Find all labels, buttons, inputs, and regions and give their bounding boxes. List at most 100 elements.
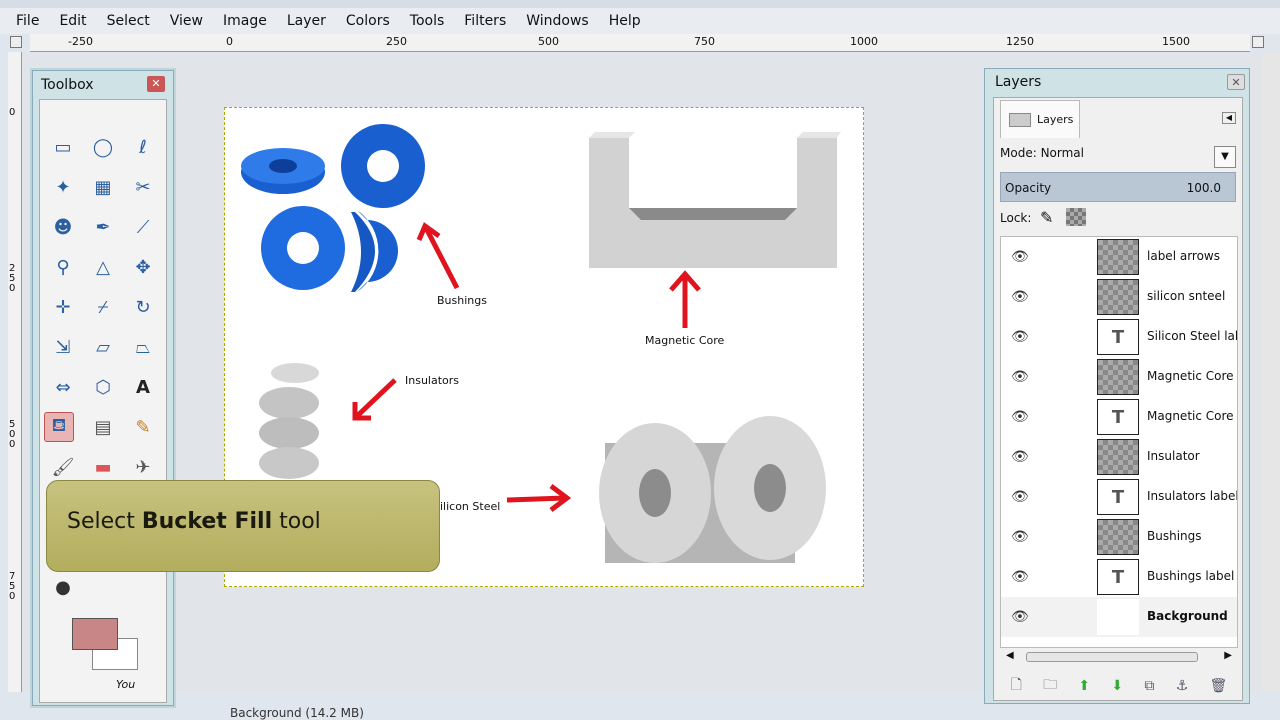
chevron-down-icon[interactable]: ▼: [1214, 146, 1236, 168]
eraser-icon[interactable]: ▬: [88, 452, 118, 482]
airbrush-icon[interactable]: ✈: [128, 452, 158, 482]
menu-tools[interactable]: Tools: [400, 13, 455, 29]
tab-layers[interactable]: Layers: [1000, 100, 1080, 138]
vertical-scrollbar[interactable]: [1262, 52, 1280, 692]
ruler-label: 250: [9, 263, 16, 294]
anchor-icon[interactable]: ⚓: [1176, 678, 1189, 694]
ruler-label: -250: [68, 35, 93, 48]
color-select-icon[interactable]: ▦: [88, 172, 118, 202]
you-label: You: [116, 678, 136, 691]
layer-row[interactable]: 👁 label arrows: [1001, 237, 1237, 277]
measure-icon[interactable]: △: [88, 252, 118, 282]
layer-thumbnail: [1097, 359, 1139, 395]
eye-icon[interactable]: 👁: [1011, 289, 1029, 305]
layer-name: Magnetic Core: [1147, 369, 1234, 383]
eye-icon[interactable]: 👁: [1011, 409, 1029, 425]
menu-image[interactable]: Image: [213, 13, 277, 29]
layer-row[interactable]: 👁 T Insulators label: [1001, 477, 1237, 517]
magnetic-core-image: [589, 132, 841, 268]
layer-row[interactable]: 👁 Bushings: [1001, 517, 1237, 557]
opacity-value[interactable]: 100.0: [1187, 181, 1221, 195]
new-layer-group-icon[interactable]: 🗀: [1043, 674, 1057, 698]
layer-row[interactable]: 👁 Magnetic Core: [1001, 357, 1237, 397]
crop-icon[interactable]: ⌿: [88, 292, 118, 322]
align-icon[interactable]: ✛: [48, 292, 78, 322]
foreground-color-swatch[interactable]: [72, 618, 118, 650]
eye-icon[interactable]: 👁: [1011, 329, 1029, 345]
eye-icon[interactable]: 👁: [1011, 249, 1029, 265]
layer-row[interactable]: 👁 T Silicon Steel label: [1001, 317, 1237, 357]
panel-menu-icon[interactable]: ◀: [1222, 112, 1236, 124]
opacity-slider[interactable]: Opacity 100.0: [1000, 172, 1236, 202]
ink-icon[interactable]: ●: [48, 572, 78, 602]
text-icon[interactable]: A: [128, 372, 158, 402]
scale-icon[interactable]: ⇲: [48, 332, 78, 362]
free-select-icon[interactable]: ℓ: [128, 132, 158, 162]
pencil-icon[interactable]: ✎: [128, 412, 158, 442]
close-icon[interactable]: ✕: [147, 76, 165, 92]
layer-row[interactable]: 👁 Insulator: [1001, 437, 1237, 477]
scissors-icon[interactable]: ✂: [128, 172, 158, 202]
mode-value[interactable]: Normal: [1041, 146, 1084, 160]
magnetic-core-label: Magnetic Core: [645, 334, 725, 347]
scroll-left-icon[interactable]: ◀: [1006, 650, 1014, 661]
horizontal-scrollbar[interactable]: ◀ ▶: [1000, 650, 1238, 664]
toolbox-window: Toolbox ✕ ▭ ◯ ℓ ✦ ▦ ✂ ☻ ✒ ⟋ ⚲ △ ✥ ✛ ⌿ ↻ …: [32, 70, 174, 706]
rect-select-icon[interactable]: ▭: [48, 132, 78, 162]
shear-icon[interactable]: ▱: [88, 332, 118, 362]
new-layer-icon[interactable]: 🗋: [1011, 674, 1022, 698]
insulator-image: [259, 363, 319, 479]
menu-help[interactable]: Help: [599, 13, 651, 29]
bucket-fill-icon[interactable]: ⛾: [44, 412, 74, 442]
raise-layer-icon[interactable]: ⬆: [1078, 678, 1090, 694]
paintbrush-icon[interactable]: 🖌: [48, 452, 78, 482]
menu-windows[interactable]: Windows: [516, 13, 599, 29]
menu-edit[interactable]: Edit: [49, 13, 96, 29]
menu-select[interactable]: Select: [97, 13, 160, 29]
flip-icon[interactable]: ⇔: [48, 372, 78, 402]
paths-icon[interactable]: ✒: [88, 212, 118, 242]
close-icon[interactable]: ✕: [1227, 74, 1245, 90]
eye-icon[interactable]: 👁: [1011, 489, 1029, 505]
move-icon[interactable]: ✥: [128, 252, 158, 282]
lock-alpha-icon[interactable]: [1066, 208, 1086, 226]
layer-row[interactable]: 👁 T Bushings label: [1001, 557, 1237, 597]
zoom-icon[interactable]: ⚲: [48, 252, 78, 282]
rotate-icon[interactable]: ↻: [128, 292, 158, 322]
blend-icon[interactable]: ▤: [88, 412, 118, 442]
delete-layer-icon[interactable]: 🗑: [1210, 678, 1228, 694]
ruler-label: 1000: [850, 35, 878, 48]
quick-mask-toggle[interactable]: [10, 36, 22, 48]
eye-icon[interactable]: 👁: [1011, 369, 1029, 385]
eye-icon[interactable]: 👁: [1011, 609, 1029, 625]
cage-icon[interactable]: ⬡: [88, 372, 118, 402]
eye-icon[interactable]: 👁: [1011, 569, 1029, 585]
lower-layer-icon[interactable]: ⬇: [1111, 678, 1123, 694]
scroll-thumb[interactable]: [1026, 652, 1198, 662]
layer-name: Background: [1147, 609, 1228, 623]
eye-icon[interactable]: 👁: [1011, 449, 1029, 465]
layer-row[interactable]: 👁 T Magnetic Core la: [1001, 397, 1237, 437]
foreground-select-icon[interactable]: ☻: [48, 212, 78, 242]
eye-icon[interactable]: 👁: [1011, 529, 1029, 545]
scroll-right-icon[interactable]: ▶: [1224, 650, 1232, 661]
lock-label: Lock:: [1000, 211, 1032, 225]
status-bar: Background (14.2 MB): [180, 706, 980, 720]
menu-colors[interactable]: Colors: [336, 13, 400, 29]
layer-row[interactable]: 👁 Background: [1001, 597, 1237, 637]
perspective-icon[interactable]: ⏢: [128, 332, 158, 362]
duplicate-layer-icon[interactable]: ⧉: [1144, 678, 1154, 694]
menu-file[interactable]: File: [6, 13, 49, 29]
color-picker-icon[interactable]: ⟋: [128, 212, 158, 242]
menu-view[interactable]: View: [160, 13, 213, 29]
menu-layer[interactable]: Layer: [277, 13, 336, 29]
menu-filters[interactable]: Filters: [454, 13, 516, 29]
fuzzy-select-icon[interactable]: ✦: [48, 172, 78, 202]
lock-pixels-icon[interactable]: ✎: [1040, 208, 1053, 227]
ruler-label: 500: [538, 35, 559, 48]
zoom-toggle[interactable]: [1252, 36, 1264, 48]
ellipse-select-icon[interactable]: ◯: [88, 132, 118, 162]
layers-title: Layers: [995, 74, 1042, 90]
mode-row: Mode: Normal ▼: [1000, 146, 1236, 168]
layer-row[interactable]: 👁 silicon snteel: [1001, 277, 1237, 317]
